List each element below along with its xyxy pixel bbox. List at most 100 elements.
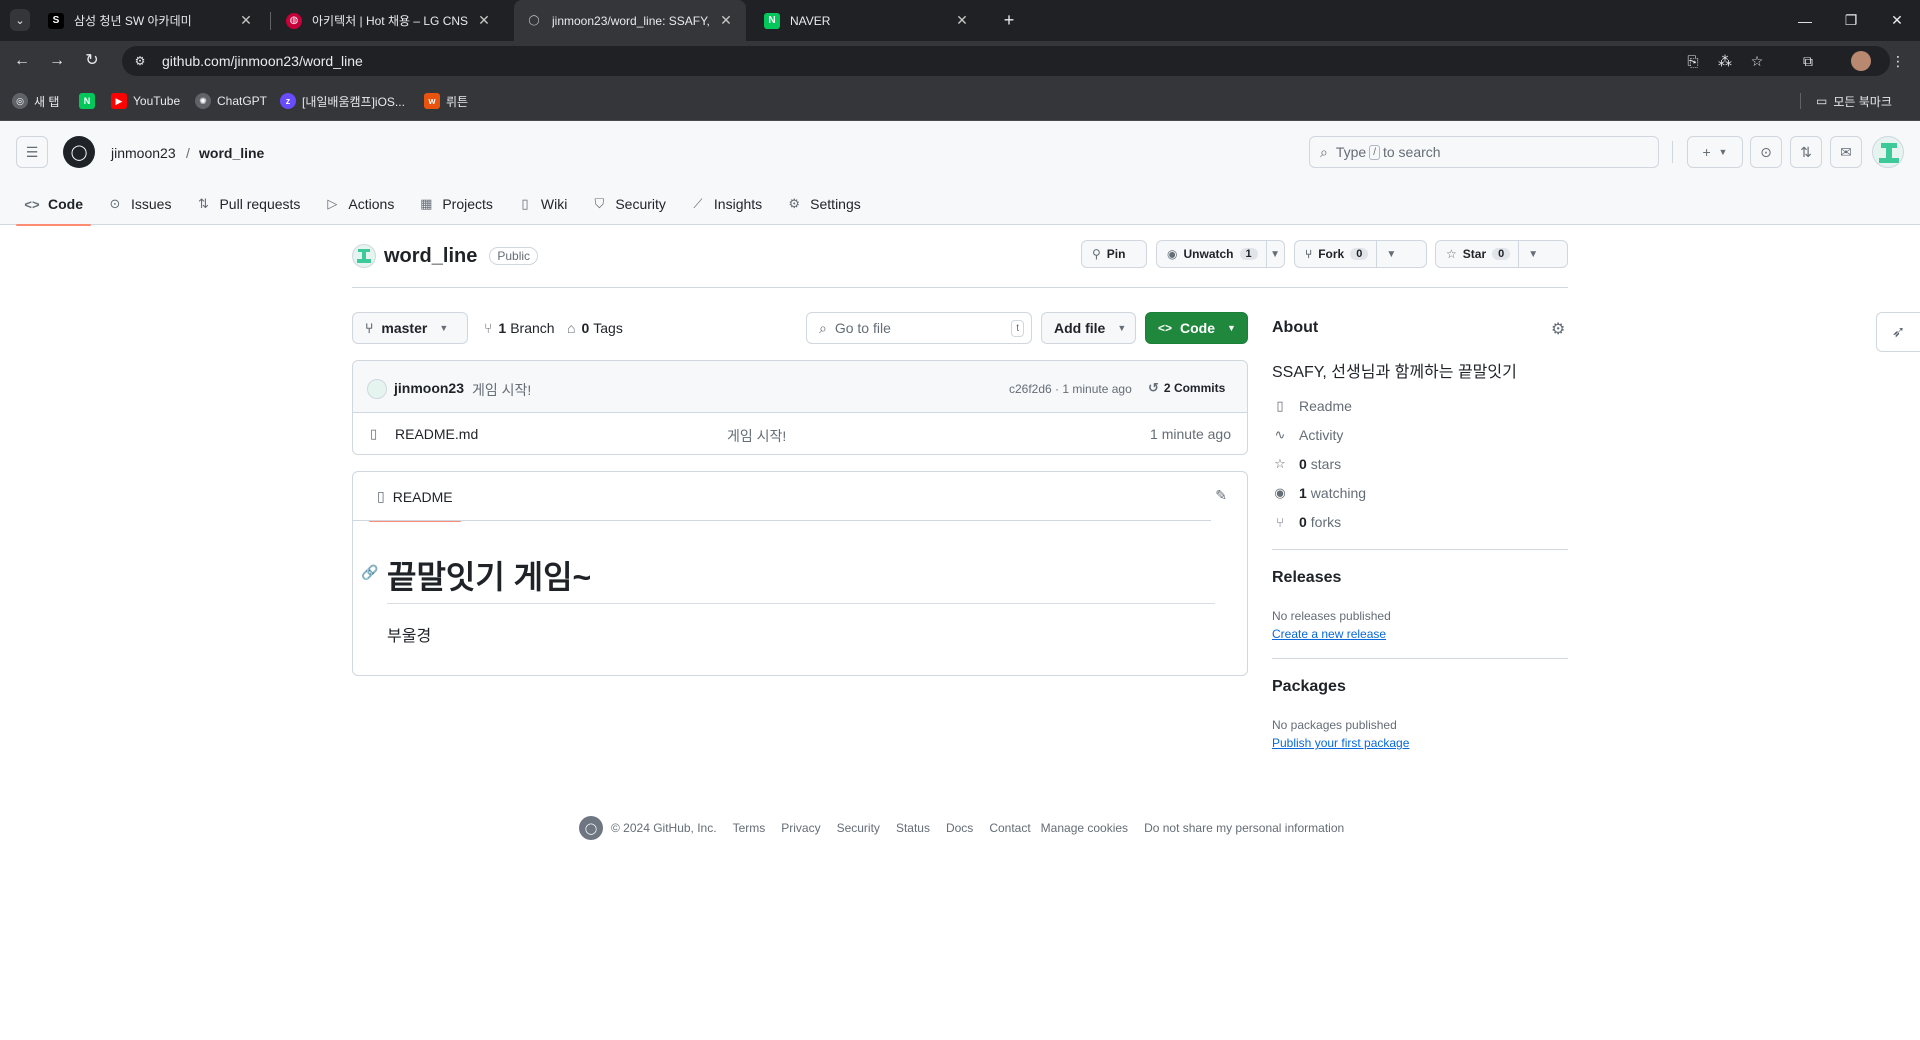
commits-history-link[interactable]: ↺ 2 Commits [1148,380,1225,396]
translate-icon[interactable]: ⁂ [1716,52,1734,70]
create-new-button[interactable]: + ▼ [1687,136,1743,168]
restore-icon[interactable]: ❐ [1828,0,1874,41]
bookmark-ios-camp[interactable]: z [내일배움캠프]iOS... [280,93,405,109]
new-tab-plus-icon[interactable]: + [997,8,1021,32]
tab-search-chevron-icon[interactable]: ⌄ [10,9,30,31]
branch-select-button[interactable]: ⑂ master ▼ [352,312,468,344]
repo-title: word_line Public [352,244,539,268]
breadcrumb-repo[interactable]: word_line [199,145,264,161]
github-logo-icon[interactable]: ◯ [63,136,95,168]
issues-icon[interactable]: ⊙ [1750,136,1782,168]
user-avatar[interactable] [1872,136,1904,168]
footer-link-do-not-share[interactable]: Do not share my personal information [1144,821,1344,835]
commit-author-avatar[interactable] [367,379,387,399]
all-bookmarks[interactable]: ▭ 모든 북마크 [1816,93,1892,109]
footer-link-status[interactable]: Status [896,821,930,835]
tab-projects[interactable]: ▦ Projects [410,183,501,225]
tab-pull-requests[interactable]: ⇅ Pull requests [187,183,308,225]
browser-tab-ssafy[interactable]: S 삼성 청년 SW 아카데미 ✕ [36,0,266,41]
commit-message[interactable]: 게임 시작! [472,380,531,400]
stars-link[interactable]: ☆ 0 stars [1272,456,1341,472]
footer-link-docs[interactable]: Docs [946,821,973,835]
tab-settings[interactable]: ⚙ Settings [778,183,869,225]
chevron-down-icon[interactable]: ▼ [1266,249,1284,260]
close-tab-icon[interactable]: ✕ [718,12,734,29]
readme-heading: 끝말잇기 게임~ [387,559,592,595]
rocket-icon[interactable]: ➶ [1876,312,1920,352]
publish-package-link[interactable]: Publish your first package [1272,736,1409,750]
commit-author[interactable]: jinmoon23 [394,380,464,396]
close-window-icon[interactable]: ✕ [1874,0,1920,41]
tab-issues[interactable]: ⊙ Issues [99,183,179,225]
close-tab-icon[interactable]: ✕ [238,12,254,29]
go-to-file-input[interactable]: ⌕ Go to file t [806,312,1032,344]
hamburger-menu-icon[interactable]: ☰ [16,136,48,168]
tags-link[interactable]: ⌂ 0 Tags [567,320,623,336]
inbox-icon[interactable]: ✉ [1830,136,1862,168]
code-button[interactable]: <> Code ▼ [1145,312,1248,344]
add-file-button[interactable]: Add file ▼ [1041,312,1136,344]
unwatch-button[interactable]: ◉ Unwatch 1 ▼ [1156,240,1285,268]
star-label: Star [1462,247,1487,261]
readme-link[interactable]: ▯ Readme [1272,398,1352,414]
watching-link[interactable]: ◉ 1 watching [1272,485,1366,501]
breadcrumb-owner[interactable]: jinmoon23 [111,145,176,161]
address-bar[interactable]: ⚙ github.com/jinmoon23/word_line [122,46,1890,76]
github-logo-icon[interactable]: ◯ [579,816,603,840]
reload-icon[interactable]: ↻ [80,49,104,73]
link-icon[interactable]: 🔗 [361,564,378,581]
search-input[interactable]: ⌕ Type / to search [1309,136,1659,168]
chevron-down-icon[interactable]: ▼ [1519,249,1547,260]
readme-tab[interactable]: ▯ README [369,472,461,522]
bookmark-naver[interactable]: N [79,93,101,109]
browser-tab-github[interactable]: ◯ jinmoon23/word_line: SSAFY, 선 ✕ [514,0,746,41]
tab-actions[interactable]: ▷ Actions [316,183,402,225]
back-arrow-icon[interactable]: ← [10,49,34,73]
tab-wiki[interactable]: ▯ Wiki [509,183,575,225]
create-release-link[interactable]: Create a new release [1272,627,1386,641]
browser-tab-naver[interactable]: N NAVER ✕ [752,0,982,41]
pull-requests-icon[interactable]: ⇅ [1790,136,1822,168]
activity-link[interactable]: ∿ Activity [1272,427,1344,443]
bookmark-chatgpt[interactable]: ✺ ChatGPT [195,93,267,109]
bookmark-youtube[interactable]: ▶ YouTube [111,93,180,109]
forks-link[interactable]: ⑂ 0 forks [1272,514,1341,530]
chevron-down-icon[interactable]: ▼ [1377,249,1405,260]
footer-link-privacy[interactable]: Privacy [781,821,820,835]
tab-security[interactable]: ⛉ Security [583,183,674,225]
minimize-icon[interactable]: — [1782,0,1828,41]
fork-label: Fork [1318,247,1345,261]
bookmark-star-icon[interactable]: ☆ [1748,52,1766,70]
extensions-icon[interactable]: ⧉ [1799,52,1817,70]
packages-heading[interactable]: Packages [1272,678,1346,696]
more-vert-icon[interactable]: ⋮ [1889,52,1907,70]
readme-panel: ▯ README ✎ 🔗 끝말잇기 게임~ 부울경 [352,471,1248,676]
footer-link-terms[interactable]: Terms [733,821,766,835]
tab-insights[interactable]: ⟋ Insights [682,183,770,225]
install-app-icon[interactable]: ⎘ [1684,52,1702,70]
forward-arrow-icon[interactable]: → [45,49,69,73]
branches-link[interactable]: ⑂ 1 Branch [484,320,555,336]
site-info-icon[interactable]: ⚙ [130,54,150,68]
gear-icon[interactable]: ⚙ [1551,319,1565,339]
tab-code[interactable]: <> Code [16,183,91,226]
file-name-link[interactable]: README.md [395,426,478,442]
commit-hash[interactable]: c26f2d6 [1009,382,1052,396]
fork-button[interactable]: ⑂ Fork 0 ▼ [1294,240,1427,268]
bookmark-new-tab[interactable]: ◎ 새 탭 [12,93,59,109]
pencil-icon[interactable]: ✎ [1215,487,1227,504]
close-tab-icon[interactable]: ✕ [954,12,970,29]
file-commit-message[interactable]: 게임 시작! [727,426,786,446]
star-button[interactable]: ☆ Star 0 ▼ [1435,240,1568,268]
close-tab-icon[interactable]: ✕ [476,12,492,29]
pin-button[interactable]: ⚲ Pin [1081,240,1147,268]
footer-link-security[interactable]: Security [837,821,880,835]
repo-name[interactable]: word_line [384,245,477,268]
footer-link-manage-cookies[interactable]: Manage cookies [1041,821,1128,835]
bookmark-wrtn[interactable]: w 뤼튼 [424,93,468,109]
browser-tab-lgcns[interactable]: ◍ 아키텍처 | Hot 채용 – LG CNS ✕ [274,0,504,41]
footer-link-contact[interactable]: Contact [989,821,1030,835]
releases-heading[interactable]: Releases [1272,569,1341,587]
search-placeholder-suffix: to search [1382,144,1441,160]
profile-avatar[interactable] [1851,51,1871,71]
